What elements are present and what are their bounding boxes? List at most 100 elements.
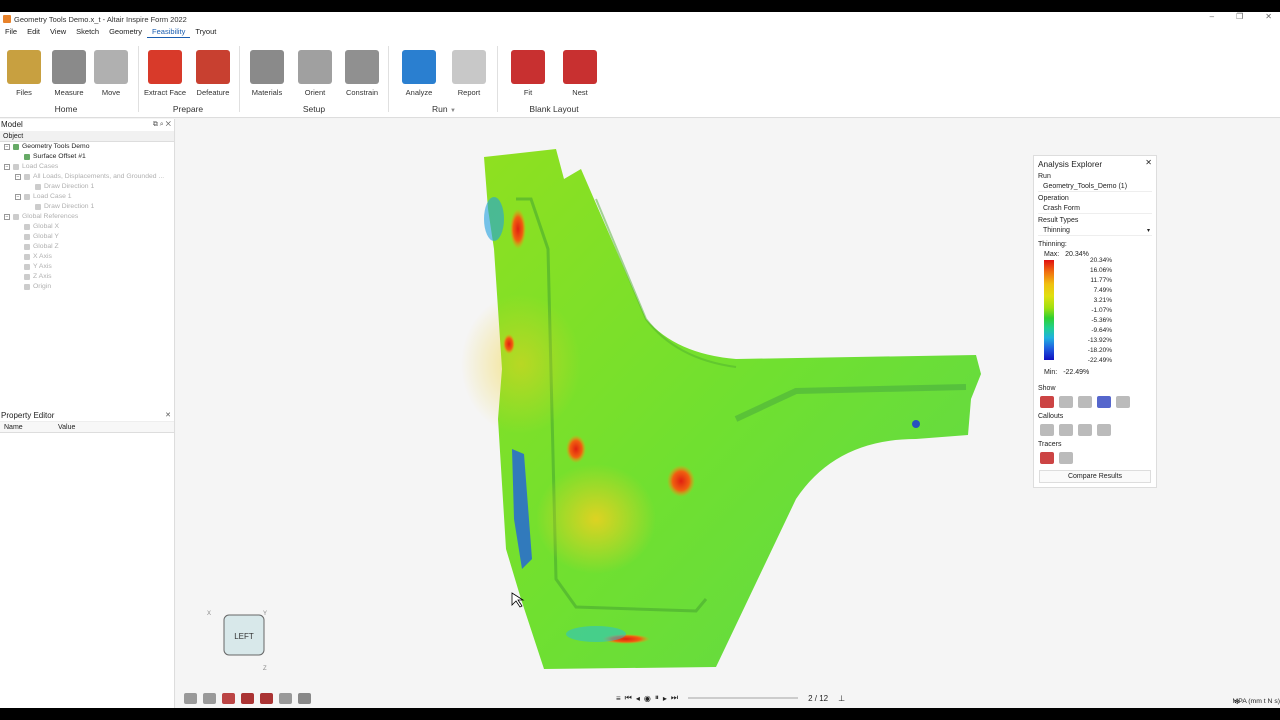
analysis-explorer-title: Analysis Explorer: [1038, 159, 1103, 169]
constrain-button[interactable]: Constrain: [338, 50, 386, 97]
show-binder-icon[interactable]: [1097, 396, 1111, 408]
tree-item[interactable]: Global Z: [0, 242, 174, 252]
show-tool-icon[interactable]: [1059, 396, 1073, 408]
tree-item-label: Draw Direction 1: [44, 183, 95, 190]
menu-view[interactable]: View: [45, 26, 71, 38]
tracer-icons: [1034, 450, 1156, 466]
collapse-icon[interactable]: −: [15, 174, 21, 180]
orient-button[interactable]: Orient: [291, 50, 339, 97]
menu-feasibility[interactable]: Feasibility: [147, 26, 191, 38]
callout-minmax-icon[interactable]: [1078, 424, 1092, 436]
model-panel-title: Model: [1, 120, 23, 129]
tracer-sheet-icon[interactable]: [1059, 452, 1073, 464]
close-icon[interactable]: ✕: [1145, 158, 1152, 167]
group-prepare-label: Prepare: [172, 104, 204, 114]
window-title: Geometry Tools Demo.x_t - Altair Inspire…: [14, 14, 187, 24]
menu-geometry[interactable]: Geometry: [104, 26, 147, 38]
tree-node-icon: [24, 284, 30, 290]
name-column-header: Name: [4, 424, 23, 431]
tree-item[interactable]: Global X: [0, 222, 174, 232]
report-button[interactable]: Report: [445, 50, 493, 97]
tree-item-label: Load Cases: [22, 163, 59, 170]
close-icon[interactable]: ✕: [166, 121, 171, 128]
tree-node-icon: [24, 254, 30, 260]
tree-item[interactable]: Draw Direction 1: [0, 182, 174, 192]
tree-item[interactable]: Y Axis: [0, 262, 174, 272]
tree-item[interactable]: Origin: [0, 282, 174, 292]
tree-item[interactable]: Z Axis: [0, 272, 174, 282]
tree-item[interactable]: − All Loads, Displacements, and Grounded …: [0, 172, 174, 182]
tree-item[interactable]: X Axis: [0, 252, 174, 262]
tree-node-icon: [24, 154, 30, 160]
move-button[interactable]: Move: [87, 50, 135, 97]
tree-item[interactable]: − Global References: [0, 212, 174, 222]
close-icon[interactable]: ✕: [165, 410, 171, 422]
analysis-explorer-header: Analysis Explorer ✕: [1034, 156, 1156, 172]
analyze-button[interactable]: Analyze: [395, 50, 443, 97]
maximize-icon[interactable]: ❐: [1236, 12, 1243, 21]
measure-button[interactable]: Measure: [45, 50, 93, 97]
tree-item-label: Draw Direction 1: [44, 203, 95, 210]
menu-sketch[interactable]: Sketch: [71, 26, 104, 38]
materials-button[interactable]: Materials: [243, 50, 291, 97]
run-label: Run: [1038, 173, 1051, 180]
object-column-header: Object: [0, 131, 174, 142]
tree-node-icon: [35, 204, 41, 210]
tree-item-label: Global X: [33, 223, 60, 230]
tree-item[interactable]: Draw Direction 1: [0, 202, 174, 212]
collapse-icon[interactable]: −: [4, 214, 10, 220]
tree-item[interactable]: − Load Cases: [0, 162, 174, 172]
tracers-label: Tracers: [1038, 441, 1062, 448]
defeature-button[interactable]: Defeature: [189, 50, 237, 97]
show-part-icon[interactable]: [1040, 396, 1054, 408]
show-label: Show: [1038, 385, 1056, 392]
collapse-icon[interactable]: −: [15, 194, 21, 200]
files-button[interactable]: Files: [0, 50, 48, 97]
callout-note-icon[interactable]: [1059, 424, 1073, 436]
compare-results-button[interactable]: Compare Results: [1039, 470, 1151, 483]
tree-item-label: Load Case 1: [33, 193, 72, 200]
view-cube[interactable]: LEFT X Y Z: [207, 611, 267, 672]
collapse-icon[interactable]: −: [4, 144, 10, 150]
tree-item[interactable]: Surface Offset #1: [0, 152, 174, 162]
tree-item-label: Global Y: [33, 233, 59, 240]
thinning-label: Thinning:: [1038, 241, 1067, 248]
minimize-icon[interactable]: –: [1210, 12, 1214, 21]
tree-item[interactable]: − Geometry Tools Demo: [0, 142, 174, 152]
search-icon[interactable]: ⌕: [160, 121, 164, 128]
fit-button[interactable]: Fit: [504, 50, 552, 97]
filter-icon[interactable]: ⧉: [153, 121, 158, 128]
collapse-icon[interactable]: −: [4, 164, 10, 170]
callout-flag-icon[interactable]: [1097, 424, 1111, 436]
tree-item-label: Global References: [22, 213, 79, 220]
show-punch-icon[interactable]: [1116, 396, 1130, 408]
menu-tryout[interactable]: Tryout: [190, 26, 221, 38]
group-blank-layout-label: Blank Layout: [529, 104, 579, 114]
group-run-label[interactable]: Run ▼: [424, 104, 464, 114]
result-type-select[interactable]: Thinning ▾: [1038, 226, 1152, 236]
close-icon[interactable]: ✕: [1265, 12, 1272, 21]
run-select[interactable]: Geometry_Tools_Demo (1): [1038, 182, 1152, 192]
operation-label: Operation: [1038, 195, 1069, 202]
callouts-label: Callouts: [1038, 413, 1064, 420]
operation-select[interactable]: Crash Form: [1038, 204, 1152, 214]
menu-edit[interactable]: Edit: [22, 26, 45, 38]
tree-item-label: Z Axis: [33, 273, 52, 280]
menu-file[interactable]: File: [0, 26, 22, 38]
tree-item-label: Origin: [33, 283, 52, 290]
tree-item[interactable]: Global Y: [0, 232, 174, 242]
units-label[interactable]: MPA (mm t N s): [1233, 698, 1280, 705]
nest-button[interactable]: Nest: [556, 50, 604, 97]
tracer-lines-icon[interactable]: [1040, 452, 1054, 464]
tree-item[interactable]: − Load Case 1: [0, 192, 174, 202]
model-panel: Model ⧉ ⌕ ✕ Object − Geometry Tools Demo S…: [0, 119, 175, 417]
legend-value: 3.21%: [1093, 297, 1112, 304]
callout-pin-icon[interactable]: [1040, 424, 1054, 436]
axis-y-label: Y: [263, 611, 267, 617]
yellow-zone: [536, 464, 656, 574]
show-blank-icon[interactable]: [1078, 396, 1092, 408]
extract-face-button[interactable]: Extract Face: [141, 50, 189, 97]
red-thinning-spot: [510, 209, 526, 249]
